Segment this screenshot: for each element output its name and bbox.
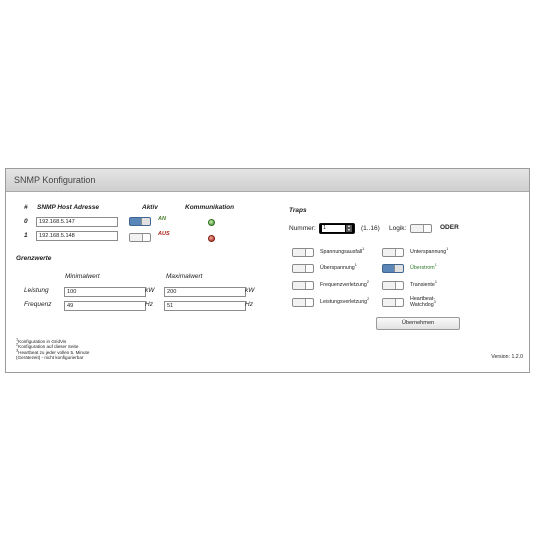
- host-address-input[interactable]: 192.168.5.148: [36, 231, 118, 241]
- host-active-toggle[interactable]: [129, 233, 151, 242]
- host-state-label: AN: [158, 216, 166, 222]
- trap-label-ueberstrom: Überstrom1: [410, 263, 437, 271]
- host-index: 1: [24, 232, 28, 239]
- trap-toggle-spannungsausfall[interactable]: [292, 248, 314, 257]
- col-header-num: #: [24, 204, 28, 211]
- footnotes: 1Konfiguration in GridVis 2Konfiguration…: [16, 338, 89, 361]
- apply-button[interactable]: Übernehmen: [376, 317, 460, 330]
- trap-toggle-transiente[interactable]: [382, 281, 404, 290]
- communication-ok-icon: [208, 219, 215, 226]
- logic-value: ODER: [440, 224, 459, 231]
- trap-toggle-leistungsverletzung[interactable]: [292, 298, 314, 307]
- col-header-active: Aktiv: [142, 204, 158, 211]
- col-header-max: Maximalwert: [166, 273, 203, 280]
- col-header-address: SNMP Host Adresse: [37, 204, 100, 211]
- traps-title: Traps: [289, 207, 307, 214]
- frequency-min-unit: Hz: [145, 301, 153, 308]
- power-max-input[interactable]: 200: [164, 287, 246, 297]
- trap-number-label: Nummer:: [289, 225, 316, 232]
- version-label: Version: 1.2.0: [491, 354, 523, 360]
- trap-label-heartbeat-watchdog: Heartbeat-Watchdog3: [410, 296, 436, 309]
- col-header-min: Minimalwert: [65, 273, 100, 280]
- host-state-label: AUS: [158, 231, 170, 237]
- trap-toggle-heartbeat-watchdog[interactable]: [382, 298, 404, 307]
- trap-toggle-ueberstrom[interactable]: [382, 264, 404, 273]
- power-min-unit: kW: [145, 287, 155, 294]
- trap-label-spannungsausfall: Spannungsausfall1: [320, 247, 365, 255]
- host-active-toggle[interactable]: [129, 217, 151, 226]
- col-header-communication: Kommunikation: [185, 204, 235, 211]
- logic-label: Logik:: [389, 225, 407, 232]
- host-index: 0: [24, 218, 28, 225]
- logic-toggle[interactable]: [410, 224, 432, 233]
- trap-label-leistungsverletzung: Leistungsverletzung2: [320, 297, 370, 305]
- communication-error-icon: [208, 235, 215, 242]
- trap-number-spinner[interactable]: 1 ▲ ▼: [319, 223, 355, 234]
- trap-number-value[interactable]: 1: [322, 225, 345, 232]
- power-max-unit: kW: [245, 287, 255, 294]
- limit-label-frequency: Frequenz: [24, 301, 52, 308]
- power-min-input[interactable]: 100: [64, 287, 146, 297]
- spinner-arrows-icon[interactable]: ▲ ▼: [346, 224, 352, 232]
- panel-title: SNMP Konfiguration: [6, 169, 529, 192]
- trap-toggle-ueberspannung[interactable]: [292, 264, 314, 273]
- trap-toggle-unterspannung[interactable]: [382, 248, 404, 257]
- trap-toggle-frequenzverletzung[interactable]: [292, 281, 314, 290]
- trap-range-label: (1..16): [361, 225, 380, 232]
- limits-title: Grenzwerte: [16, 255, 52, 262]
- trap-label-ueberspannung: Überspannung1: [320, 263, 357, 271]
- host-address-input[interactable]: 192.168.5.147: [36, 217, 118, 227]
- trap-label-transiente: Transiente1: [410, 280, 437, 288]
- trap-label-frequenzverletzung: Frequenzverletzung2: [320, 280, 369, 288]
- limit-label-power: Leistung: [24, 287, 49, 294]
- frequency-min-input[interactable]: 49: [64, 301, 146, 311]
- trap-label-unterspannung: Unterspannung1: [410, 247, 449, 255]
- frequency-max-input[interactable]: 51: [164, 301, 246, 311]
- snmp-config-panel: SNMP Konfiguration # SNMP Host Adresse A…: [5, 168, 530, 373]
- footnote: (Gerätezeit) - nicht konfigurierbar: [16, 355, 84, 361]
- frequency-max-unit: Hz: [245, 301, 253, 308]
